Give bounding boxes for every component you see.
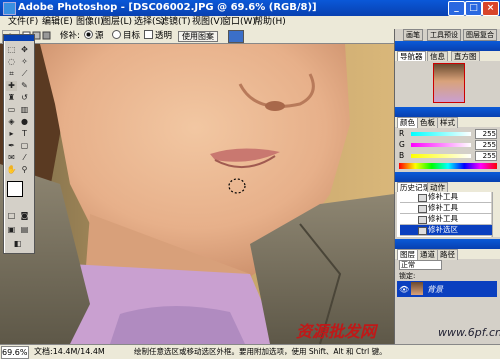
path-select-icon[interactable]: ▸ xyxy=(6,129,17,139)
status-bar: 69.6% 文档:14.4M/14.4M 绘制任意选区或移动选区外框。要用附加选… xyxy=(0,344,500,359)
use-pattern-button[interactable]: 使用图案 xyxy=(178,31,218,42)
history-item[interactable]: 修补工具 xyxy=(400,203,500,214)
magic-wand-icon[interactable]: ✧ xyxy=(19,57,30,67)
eyedropper-icon[interactable]: ⁄ xyxy=(19,153,30,163)
menu-bar: 文件(F) 编辑(E) 图像(I) 图层(L) 选择(S) 滤镜(T) 视图(V… xyxy=(0,16,500,30)
watermark-text: 资源批发网 xyxy=(296,322,377,341)
canvas-area[interactable] xyxy=(0,44,394,344)
stamp-tool-icon[interactable]: ♜ xyxy=(6,93,17,103)
green-value[interactable]: 255 xyxy=(475,140,497,150)
tab-swatches[interactable]: 色板 xyxy=(417,117,438,128)
screen-mode-icon[interactable]: ▣ xyxy=(6,225,17,235)
navigator-titlebar[interactable] xyxy=(395,41,500,51)
tab-channels[interactable]: 通道 xyxy=(417,249,438,260)
layer-name[interactable]: 背景 xyxy=(427,284,443,295)
zoom-tool-icon[interactable]: ⚲ xyxy=(19,165,30,175)
menu-edit[interactable]: 编辑(E) xyxy=(42,16,73,29)
target-option[interactable]: 目标 xyxy=(112,29,140,43)
tab-layers[interactable]: 图层 xyxy=(397,249,418,260)
navigator-preview-area[interactable] xyxy=(397,61,499,105)
hand-tool-icon[interactable]: ✋ xyxy=(6,165,17,175)
brush-tool-icon[interactable]: ✎ xyxy=(19,81,30,91)
history-scrollbar[interactable] xyxy=(492,192,500,237)
blue-value[interactable]: 255 xyxy=(475,151,497,161)
red-value[interactable]: 255 xyxy=(475,129,497,139)
minimize-button[interactable]: _ xyxy=(448,1,465,16)
zoom-field[interactable]: 69.6% xyxy=(1,346,29,359)
color-tabs: 颜色 色板 样式 xyxy=(395,117,500,128)
menu-image[interactable]: 图像(I) xyxy=(76,16,104,29)
tab-styles[interactable]: 样式 xyxy=(437,117,458,128)
watermark-site: www.6pf.cn xyxy=(438,326,500,339)
layers-titlebar[interactable] xyxy=(395,239,500,249)
history-item-selected[interactable]: 修补选区 xyxy=(400,225,500,236)
color-titlebar[interactable] xyxy=(395,107,500,117)
history-brush-icon[interactable]: ↺ xyxy=(19,93,30,103)
lock-label: 锁定: xyxy=(399,272,416,280)
fullscreen-mode-icon[interactable]: ▤ xyxy=(19,225,30,235)
crop-tool-icon[interactable]: ⌗ xyxy=(6,69,17,79)
lasso-tool-icon[interactable]: ◌ xyxy=(6,57,17,67)
tab-paths[interactable]: 路径 xyxy=(437,249,458,260)
pen-tool-icon[interactable]: ✒ xyxy=(6,141,17,151)
shape-tool-icon[interactable]: ▢ xyxy=(19,141,30,151)
notes-tool-icon[interactable]: ✉ xyxy=(6,153,17,163)
menu-filter[interactable]: 滤镜(T) xyxy=(160,16,191,29)
slice-tool-icon[interactable]: ⟋ xyxy=(19,69,30,79)
color-ramp[interactable] xyxy=(399,163,497,169)
layer-row[interactable]: 👁 背景 xyxy=(397,281,497,297)
menu-window[interactable]: 窗口(W) xyxy=(222,16,256,29)
move-tool-icon[interactable]: ✥ xyxy=(19,45,30,55)
eraser-tool-icon[interactable]: ▭ xyxy=(6,105,17,115)
standard-mode-icon[interactable]: □ xyxy=(6,211,17,221)
layer-thumbnail xyxy=(411,282,423,295)
toolbox: ⬚ ✥ ◌ ✧ ⌗ ⟋ ✚ ✎ ♜ ↺ ▭ ▥ ◈ ● ▸ T ✒ ▢ ✉ ⁄ … xyxy=(3,34,35,254)
portrait-photo[interactable] xyxy=(0,44,394,344)
photoshop-icon xyxy=(3,2,16,15)
quickmask-mode-icon[interactable]: ◙ xyxy=(19,211,30,221)
doc-size: 文档:14.4M/14.4M xyxy=(34,347,105,356)
history-item[interactable]: 修补工具 xyxy=(400,192,500,203)
history-tabs: 历史记录 动作 xyxy=(395,182,500,193)
gradient-tool-icon[interactable]: ▥ xyxy=(19,105,30,115)
title-bar: Adobe Photoshop - [DSC06002.JPG @ 69.6% … xyxy=(0,0,500,16)
palette-tabs-top: 画笔 工具预设 图层复合 xyxy=(397,29,499,41)
menu-layer[interactable]: 图层(L) xyxy=(102,16,132,29)
source-option[interactable]: 源 xyxy=(84,29,104,43)
eye-icon[interactable]: 👁 xyxy=(399,285,409,294)
red-slider-row: R 255 xyxy=(399,129,497,139)
status-hint: 绘制任意选区或移动选区外框。要用附加选项，使用 Shift、Alt 和 Ctrl… xyxy=(134,347,387,356)
history-list: 修补工具 修补工具 修补工具 修补选区 xyxy=(397,192,500,237)
marquee-tool-icon[interactable]: ⬚ xyxy=(6,45,17,55)
blue-slider[interactable] xyxy=(411,154,471,158)
red-slider[interactable] xyxy=(411,132,471,136)
type-tool-icon[interactable]: T xyxy=(19,129,30,139)
navigator-thumbnail[interactable] xyxy=(433,63,465,103)
history-titlebar[interactable] xyxy=(395,172,500,182)
menu-help[interactable]: 帮助(H) xyxy=(254,16,286,29)
maximize-button[interactable]: □ xyxy=(465,1,482,16)
foreground-color-swatch[interactable] xyxy=(7,181,23,197)
patch-label: 修补: xyxy=(60,31,80,41)
green-slider[interactable] xyxy=(411,143,471,147)
blur-tool-icon[interactable]: ◈ xyxy=(6,117,17,127)
window-title: Adobe Photoshop - [DSC06002.JPG @ 69.6% … xyxy=(18,2,317,13)
blue-slider-row: B 255 xyxy=(399,151,497,161)
pattern-picker[interactable] xyxy=(228,30,244,43)
menu-view[interactable]: 视图(V) xyxy=(192,16,223,29)
patch-tool-icon-active[interactable]: ✚ xyxy=(6,81,17,91)
history-item[interactable]: 修补工具 xyxy=(400,214,500,225)
dodge-tool-icon[interactable]: ● xyxy=(19,117,30,127)
imageready-icon[interactable]: ◧ xyxy=(12,239,23,249)
green-slider-row: G 255 xyxy=(399,140,497,150)
blend-mode-select[interactable]: 正常 xyxy=(399,260,442,270)
transparent-option[interactable]: 透明 xyxy=(144,29,172,43)
tab-color[interactable]: 颜色 xyxy=(397,117,418,128)
menu-file[interactable]: 文件(F) xyxy=(8,16,38,29)
navigator-tabs: 导航器 信息 直方图 xyxy=(395,51,500,62)
palette-well: 画笔 工具预设 图层复合 导航器 信息 直方图 颜色 色板 样式 R 255 G… xyxy=(394,29,500,344)
close-button[interactable]: × xyxy=(482,1,499,16)
layers-tabs: 图层 通道 路径 xyxy=(395,249,500,260)
